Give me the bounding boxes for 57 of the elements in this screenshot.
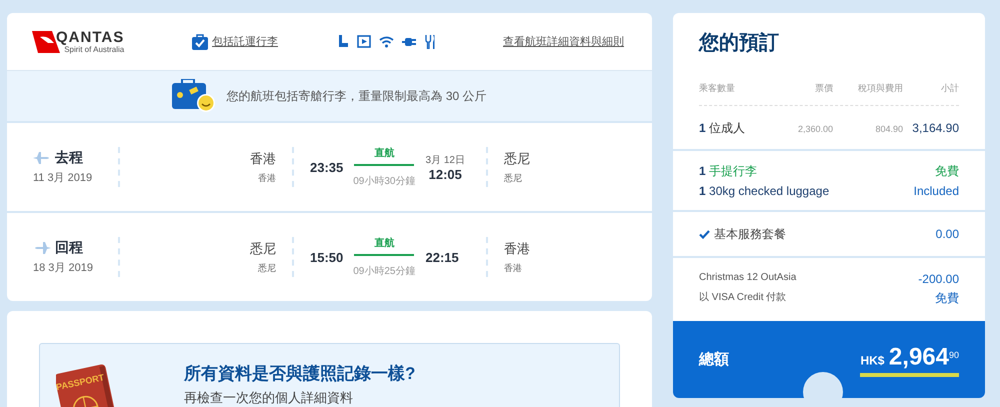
arrival-time: 22:15 [426,250,459,264]
departure-city: 香港 [250,150,276,168]
suitcase-smiley-icon [172,79,216,113]
column-header: 乘客數量 [699,82,736,95]
flight-date: 18 3月 2019 [33,261,94,275]
flight-duration: 09小時25分鐘 [353,264,416,278]
total-label: 總額 [699,350,729,369]
checked-suitcase-icon [192,34,208,50]
fare-amount: 2,360.00 [796,124,833,134]
airline-logo-text: QANTAS [56,30,124,44]
flight-duration: 09小時30分鐘 [353,174,416,188]
subtotal-amount: 3,164.90 [911,121,959,135]
arrival-date: 3月 12日 [426,154,465,166]
wifi-icon [379,36,394,48]
service-package-price: 0.00 [936,227,959,241]
cutlery-icon [425,34,435,48]
passport-question: 所有資料是否與護照記錄一樣? [184,363,416,385]
departure-airport: 悉尼 [258,262,276,274]
tax-amount: 804.90 [874,124,903,134]
passenger-count: 1 位成人 [699,120,746,137]
column-header: 稅項與費用 [857,82,903,95]
passport-hint: 再檢查一次您的個人詳細資料 [184,389,354,407]
power-plug-icon [402,36,417,48]
flight-direction: 回程 [55,239,83,257]
extra-item: 1 手提行李 [699,163,758,180]
arrival-city: 香港 [504,240,531,258]
departure-city: 悉尼 [250,240,276,258]
arrival-city: 悉尼 [504,150,531,168]
column-header: 小計 [940,82,959,95]
departure-airport: 香港 [258,172,276,184]
booking-title: 您的預訂 [699,31,780,56]
outbound-plane-icon [33,150,51,166]
total-amount: HK$ 2,964$^{90}$ [860,342,959,378]
inbound-plane-icon [33,240,51,256]
airline-tagline: Spirit of Australia [64,44,124,54]
flight-date: 11 3月 2019 [33,171,94,185]
departure-time: 15:50 [310,250,344,264]
arrival-time: 12:05 [428,166,462,182]
flight-details-link[interactable]: 查看航班詳細資料與細則 [503,34,624,49]
extra-price: 免費 [935,163,959,180]
departure-time: 23:35 [310,160,344,174]
adjustment-amount: 免費 [935,290,959,307]
extra-price: Included [914,184,959,198]
arrival-airport: 悉尼 [504,172,523,184]
adjustment-amount: -200.00 [918,272,959,286]
flight-type: 直航 [374,236,394,250]
baggage-info-text: 您的航班包括寄艙行李，重量限制最高為 30 公斤 [226,88,486,104]
arrival-airport: 香港 [504,262,523,274]
baggage-link[interactable]: 包括託運行李 [212,34,278,49]
adjustment-label: 以 VISA Credit 付款 [699,290,786,305]
adjustment-label: Christmas 12 OutAsia [699,272,796,285]
column-header: 票價 [814,82,833,95]
video-icon [357,35,371,48]
flight-direction: 去程 [55,149,83,167]
extra-item: 1 30kg checked luggage [699,184,830,198]
flight-type: 直航 [374,146,394,160]
service-package-label: 基本服務套餐 [714,226,786,242]
